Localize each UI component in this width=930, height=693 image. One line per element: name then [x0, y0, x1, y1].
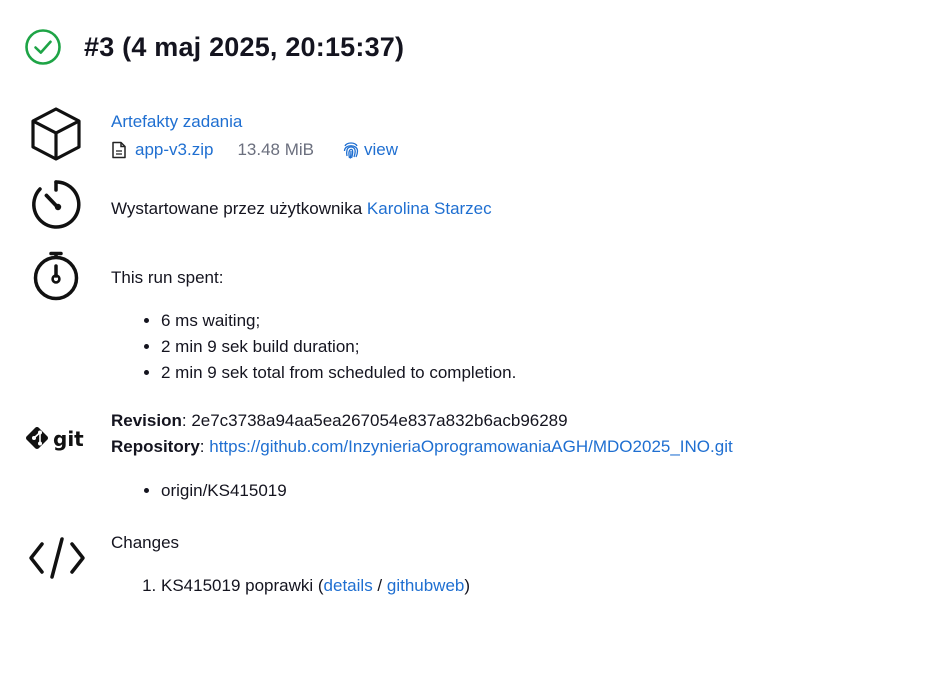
revision-line: Revision: 2e7c3738a94aa5ea267054e837a832…: [111, 411, 568, 430]
branch-item: origin/KS415019: [161, 478, 733, 504]
build-header: #3 (4 maj 2025, 20:15:37): [24, 28, 404, 66]
repository-line: Repository: https://github.com/Inzynieri…: [111, 437, 733, 456]
change-separator: /: [372, 576, 387, 595]
user-link[interactable]: Karolina Starzec: [367, 199, 492, 218]
gauge-icon: [32, 180, 81, 229]
repository-link[interactable]: https://github.com/InzynieriaOprogramowa…: [209, 437, 732, 456]
changes-list: KS415019 poprawki (details / githubweb): [111, 573, 470, 599]
artifact-file-link[interactable]: app-v3.zip: [135, 137, 213, 163]
page-title: #3 (4 maj 2025, 20:15:37): [84, 31, 405, 62]
started-by-text: Wystartowane przez użytkownika: [111, 199, 363, 218]
code-icon: [29, 537, 85, 579]
change-end: ): [464, 576, 471, 595]
list-item: 2 min 9 sek total from scheduled to comp…: [161, 360, 516, 386]
artifacts-link[interactable]: Artefakty zadania: [111, 112, 242, 131]
file-icon: [112, 141, 126, 159]
view-fingerprint-button[interactable]: view: [342, 137, 398, 163]
repository-label: Repository: [111, 437, 200, 456]
check-circle-icon: [25, 29, 61, 65]
change-item: KS415019 poprawki (details / githubweb): [161, 573, 470, 599]
change-text: KS415019 poprawki (: [161, 576, 324, 595]
list-item: 2 min 9 sek build duration;: [161, 334, 516, 360]
svg-text:git: git: [53, 427, 84, 451]
package-icon: [31, 107, 81, 161]
list-item: 6 ms waiting;: [161, 308, 516, 334]
git-logo: git: [26, 427, 84, 451]
branch-list: origin/KS415019: [111, 478, 733, 504]
artifact-file-size: 13.48 MiB: [237, 140, 314, 159]
changes-heading: Changes: [111, 533, 180, 552]
view-link[interactable]: view: [364, 137, 398, 163]
timing-heading: This run spent:: [111, 268, 224, 287]
stopwatch-icon: [33, 251, 79, 301]
revision-hash: 2e7c3738a94aa5ea267054e837a832b6acb96289: [191, 411, 568, 430]
githubweb-link[interactable]: githubweb: [387, 576, 465, 595]
fingerprint-icon: [343, 142, 359, 159]
timing-list: 6 ms waiting; 2 min 9 sek build duration…: [111, 308, 516, 386]
revision-label: Revision: [111, 411, 182, 430]
details-link[interactable]: details: [324, 576, 373, 595]
